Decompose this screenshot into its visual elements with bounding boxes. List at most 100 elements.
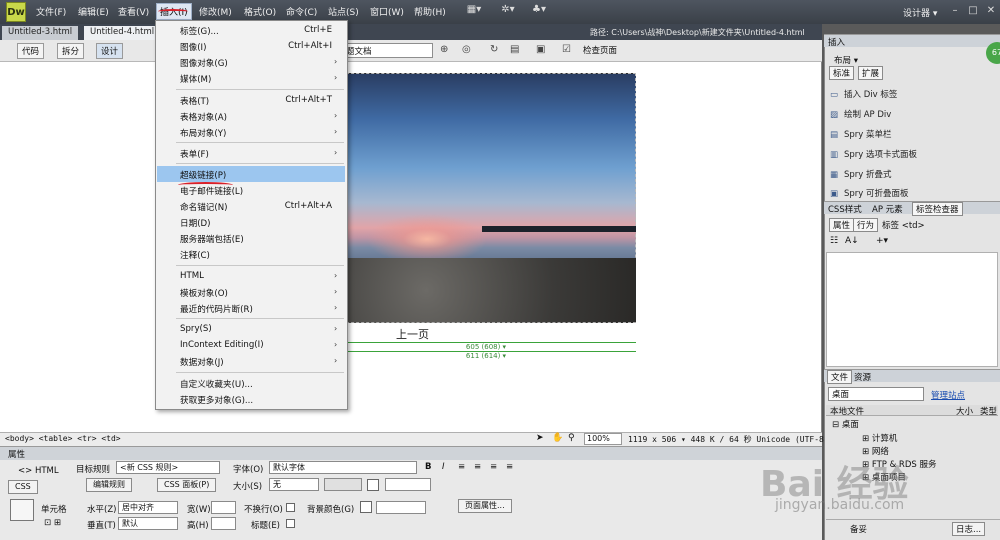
bg-color-swatch[interactable] <box>360 501 372 513</box>
file-management-icon[interactable]: ⊕ <box>440 44 448 55</box>
menu-modify[interactable]: 修改(M) <box>199 5 232 18</box>
hand-tool-icon[interactable]: ✋ <box>552 433 563 443</box>
tab-expanded[interactable]: 扩展 <box>858 66 884 80</box>
tab-assets[interactable]: 资源 <box>854 371 871 383</box>
menu-item-named-anchor[interactable]: 命名锚记(N) <box>180 201 228 213</box>
gear-icon[interactable]: ✲▾ <box>497 4 519 19</box>
align-left-icon[interactable]: ≡ <box>458 462 465 472</box>
align-right-icon[interactable]: ≡ <box>490 462 497 472</box>
alpha-view-icon[interactable]: A↓ <box>845 236 859 246</box>
menu-edit[interactable]: 编辑(E) <box>78 5 109 18</box>
maximize-icon[interactable]: □ <box>966 5 980 17</box>
menu-item-incontext-editing[interactable]: InContext Editing(I) <box>180 340 264 350</box>
menu-item-template-objects[interactable]: 模板对象(O) <box>180 287 228 299</box>
design-view-button[interactable]: 设计 <box>96 43 124 59</box>
tab-untitled-3[interactable]: Untitled-3.html <box>2 26 79 40</box>
font-select[interactable]: 默认字体 <box>269 461 417 474</box>
menu-item-comment[interactable]: 注释(C) <box>180 249 210 261</box>
refresh-icon[interactable]: ↻ <box>490 44 498 55</box>
menu-view[interactable]: 查看(V) <box>118 5 149 18</box>
menu-commands[interactable]: 命令(C) <box>286 5 317 18</box>
spry-collapsible-item[interactable]: ▣ Spry 可折叠面板 <box>830 187 909 199</box>
tab-behaviors[interactable]: 行为 <box>853 218 879 232</box>
spry-menubar-item[interactable]: ▤ Spry 菜单栏 <box>830 128 892 140</box>
page-properties-button[interactable]: 页面属性... <box>458 499 512 513</box>
menu-item-image[interactable]: 图像(I) <box>180 41 206 53</box>
menu-item-recent-snippets[interactable]: 最近的代码片断(R) <box>180 303 253 315</box>
size-column[interactable]: 大小 <box>956 405 973 417</box>
validate-icon[interactable]: ☑ <box>562 44 571 55</box>
menu-site[interactable]: 站点(S) <box>328 5 359 18</box>
width-input[interactable] <box>211 501 236 514</box>
menu-file[interactable]: 文件(F) <box>36 5 66 18</box>
merge-cells-icon[interactable]: ⊡ ⊞ <box>44 518 61 528</box>
menu-item-media[interactable]: 媒体(M) <box>180 73 211 85</box>
insert-div-item[interactable]: ▭ 插入 Div 标签 <box>830 88 897 100</box>
text-color-input[interactable] <box>385 478 431 491</box>
align-center-icon[interactable]: ≡ <box>474 462 481 472</box>
file-row-desktop[interactable]: ⊟ 桌面 <box>832 418 859 430</box>
height-input[interactable] <box>211 517 236 530</box>
select-tool-icon[interactable]: ➤ <box>536 433 544 443</box>
tag-selector[interactable]: <body> <table> <tr> <td> <box>5 434 121 443</box>
manage-sites-link[interactable]: 管理站点 <box>931 389 965 401</box>
spry-accordion-item[interactable]: ▦ Spry 折叠式 <box>830 168 892 180</box>
file-row-computer[interactable]: ⊞ 计算机 <box>862 432 897 444</box>
menu-item-email-link[interactable]: 电子邮件链接(L) <box>180 185 243 197</box>
html-mode-tab[interactable]: <> HTML <box>18 466 59 476</box>
italic-button[interactable]: I <box>442 462 445 472</box>
spry-tabbed-panels-item[interactable]: ▥ Spry 选项卡式面板 <box>830 148 917 160</box>
bg-color-input[interactable] <box>376 501 426 514</box>
log-button[interactable]: 日志... <box>952 522 986 536</box>
css-panel-button[interactable]: CSS 面板(P) <box>157 478 217 492</box>
category-view-icon[interactable]: ☷ <box>830 236 838 246</box>
menu-item-tag[interactable]: 标签(G)... <box>180 25 219 37</box>
menu-format[interactable]: 格式(O) <box>244 5 276 18</box>
menu-item-server-side-include[interactable]: 服务器端包括(E) <box>180 233 244 245</box>
nowrap-checkbox[interactable] <box>286 503 295 512</box>
tab-standard[interactable]: 标准 <box>829 66 855 80</box>
target-rule-select[interactable]: <新 CSS 规则> <box>116 461 220 474</box>
size-select[interactable]: 无 <box>269 478 319 491</box>
menu-item-spry[interactable]: Spry(S) <box>180 324 212 334</box>
bold-button[interactable]: B <box>425 462 431 472</box>
local-files-column[interactable]: 本地文件 <box>830 405 864 417</box>
close-icon[interactable]: ✕ <box>984 5 998 17</box>
attributes-list[interactable] <box>826 252 998 367</box>
menu-item-form[interactable]: 表单(F) <box>180 148 209 160</box>
menu-item-date[interactable]: 日期(D) <box>180 217 211 229</box>
tab-css-styles[interactable]: CSS样式 <box>828 203 862 215</box>
menu-help[interactable]: 帮助(H) <box>414 5 446 18</box>
add-behavior-icon[interactable]: +▾ <box>876 236 888 246</box>
menu-item-layout-objects[interactable]: 布局对象(Y) <box>180 127 226 139</box>
zoom-select[interactable]: 100% <box>584 433 622 445</box>
site-icon[interactable]: ♣▾ <box>528 4 550 19</box>
text-color-swatch[interactable] <box>367 479 379 491</box>
header-checkbox[interactable] <box>286 519 295 528</box>
menu-item-data-objects[interactable]: 数据对象(J) <box>180 356 224 368</box>
prev-page-text[interactable]: 上一页 <box>396 326 429 342</box>
tab-ap-elements[interactable]: AP 元素 <box>872 203 903 215</box>
type-column[interactable]: 类型 <box>980 405 997 417</box>
vertical-align-select[interactable]: 默认 <box>118 517 178 530</box>
menu-item-image-objects[interactable]: 图像对象(G) <box>180 57 228 69</box>
layout-icon[interactable]: ▦▾ <box>463 4 485 19</box>
minimize-icon[interactable]: – <box>948 5 962 17</box>
menu-item-html[interactable]: HTML <box>180 271 204 281</box>
menu-item-hyperlink[interactable]: 超级链接(P) <box>180 169 226 181</box>
visual-aids-icon[interactable]: ▣ <box>536 44 545 55</box>
insert-category-select[interactable]: 布局 ▾ <box>834 54 858 66</box>
view-options-icon[interactable]: ▤ <box>510 44 519 55</box>
menu-item-get-more-objects[interactable]: 获取更多对象(G)... <box>180 394 253 406</box>
css-mode-tab[interactable]: CSS <box>8 480 38 494</box>
preview-icon[interactable]: ◎ <box>462 44 471 55</box>
menu-item-table[interactable]: 表格(T) <box>180 95 209 107</box>
menu-window[interactable]: 窗口(W) <box>370 5 404 18</box>
insert-panel-title[interactable]: 插入 <box>828 36 845 48</box>
justify-icon[interactable]: ≡ <box>506 462 513 472</box>
code-view-button[interactable]: 代码 <box>17 43 45 59</box>
menu-item-customize-favorites[interactable]: 自定义收藏夹(U)... <box>180 378 253 390</box>
workspace-switcher[interactable]: 设计器 ▾ <box>903 6 937 19</box>
draw-ap-div-item[interactable]: ▨ 绘制 AP Div <box>830 108 891 120</box>
tab-files[interactable]: 文件 <box>827 370 853 384</box>
